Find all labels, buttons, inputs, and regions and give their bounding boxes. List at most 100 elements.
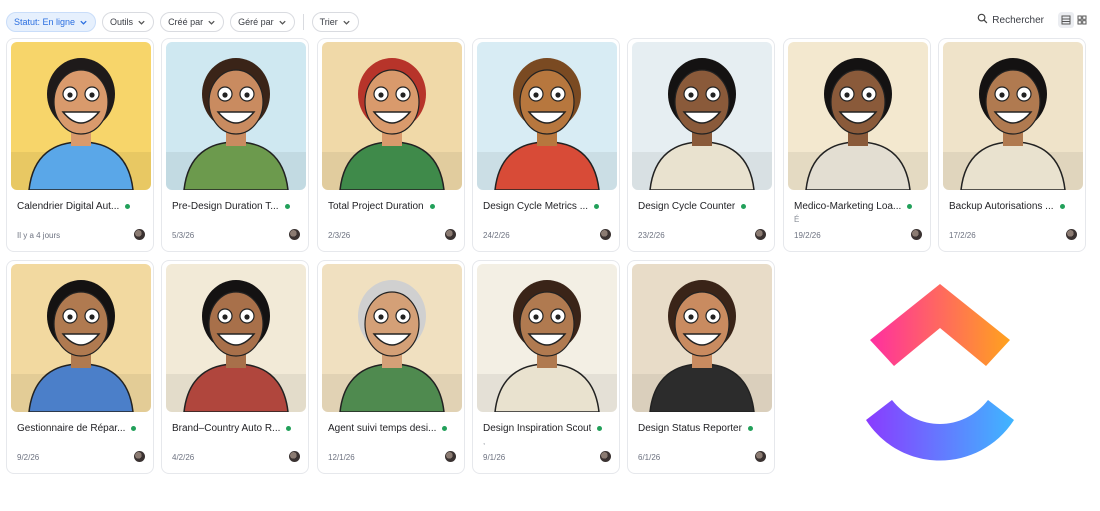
owner-avatar[interactable] <box>1066 229 1077 240</box>
card-date: 24/2/26 <box>483 231 510 240</box>
agent-name: Agent suivi temps desi... <box>328 423 437 434</box>
agent-card[interactable]: Pre-Design Duration T... 5/3/26 <box>161 38 309 252</box>
agent-name: Brand–Country Auto R... <box>172 423 281 434</box>
owner-avatar[interactable] <box>289 229 300 240</box>
agent-card[interactable]: Gestionnaire de Répar... 9/2/26 <box>6 260 154 474</box>
card-date: 23/2/26 <box>638 231 665 240</box>
filter-managed-by[interactable]: Géré par <box>230 12 295 32</box>
agent-avatar-image <box>166 42 306 190</box>
agent-card[interactable]: Backup Autorisations ... 17/2/26 <box>938 38 1086 252</box>
online-status-icon <box>1059 204 1065 209</box>
filter-bar: Statut: En ligne Outils Créé par Géré pa… <box>6 12 359 32</box>
online-status-icon <box>597 426 603 431</box>
filter-tools[interactable]: Outils <box>102 12 155 32</box>
card-title-row: Pre-Design Duration T... <box>172 201 302 212</box>
agent-card[interactable]: Design Cycle Metrics ... 24/2/26 <box>472 38 620 252</box>
agent-avatar-image <box>477 42 617 190</box>
card-title-row: Agent suivi temps desi... <box>328 423 458 434</box>
card-date: 17/2/26 <box>949 231 976 240</box>
owner-avatar[interactable] <box>289 451 300 462</box>
card-title-row: Brand–Country Auto R... <box>172 423 302 434</box>
agent-avatar-image <box>11 42 151 190</box>
card-title-row: Design Cycle Counter <box>638 201 768 212</box>
card-title-row: Design Cycle Metrics ... <box>483 201 613 212</box>
agent-card[interactable]: Calendrier Digital Aut... Il y a 4 jours <box>6 38 154 252</box>
card-date: 9/1/26 <box>483 453 506 462</box>
owner-avatar[interactable] <box>755 451 766 462</box>
agent-name: Calendrier Digital Aut... <box>17 201 120 212</box>
card-date: Il y a 4 jours <box>17 231 61 240</box>
search-label: Rechercher <box>992 14 1044 26</box>
card-date: 5/3/26 <box>172 231 195 240</box>
card-title-row: Design Status Reporter <box>638 423 768 434</box>
online-status-icon <box>442 426 448 431</box>
agent-avatar-image <box>322 264 462 412</box>
agent-avatar-image <box>166 264 306 412</box>
agent-card[interactable]: Design Status Reporter 6/1/26 <box>627 260 775 474</box>
agent-card[interactable]: Design Cycle Counter 23/2/26 <box>627 38 775 252</box>
list-view-icon[interactable] <box>1058 12 1074 28</box>
online-status-icon <box>429 204 435 209</box>
card-title-row: Backup Autorisations ... <box>949 201 1079 212</box>
filter-tools-label: Outils <box>110 17 134 27</box>
agent-avatar-image <box>477 264 617 412</box>
agent-card[interactable]: Total Project Duration 2/3/26 <box>317 38 465 252</box>
agent-avatar-image <box>632 264 772 412</box>
owner-avatar[interactable] <box>445 451 456 462</box>
agent-subtitle: É <box>794 215 800 224</box>
card-title-row: Total Project Duration <box>328 201 458 212</box>
filter-status[interactable]: Statut: En ligne <box>6 12 97 32</box>
agent-avatar-image <box>632 42 772 190</box>
card-date: 12/1/26 <box>328 453 355 462</box>
view-toggle <box>1058 12 1090 28</box>
card-date: 9/2/26 <box>17 453 40 462</box>
agent-name: Design Cycle Metrics ... <box>483 201 589 212</box>
card-title-row: Gestionnaire de Répar... <box>17 423 147 434</box>
search-icon <box>977 13 988 27</box>
chevron-down-icon <box>79 18 88 27</box>
card-title-row: Calendrier Digital Aut... <box>17 201 147 212</box>
agent-card[interactable]: Design Inspiration Scout, 9/1/26 <box>472 260 620 474</box>
chevron-down-icon <box>342 18 351 27</box>
agent-name: Gestionnaire de Répar... <box>17 423 126 434</box>
owner-avatar[interactable] <box>600 229 611 240</box>
toolbar-divider <box>302 14 304 30</box>
owner-avatar[interactable] <box>755 229 766 240</box>
sort-label: Trier <box>319 17 338 27</box>
agent-card[interactable]: Agent suivi temps desi... 12/1/26 <box>317 260 465 474</box>
owner-avatar[interactable] <box>600 451 611 462</box>
owner-avatar[interactable] <box>445 229 456 240</box>
agent-avatar-image <box>788 42 928 190</box>
agent-avatar-image <box>322 42 462 190</box>
grid-view-icon[interactable] <box>1074 12 1090 28</box>
agent-name: Design Status Reporter <box>638 423 742 434</box>
owner-avatar[interactable] <box>134 451 145 462</box>
online-status-icon <box>286 426 292 431</box>
right-tools: Rechercher <box>977 12 1090 28</box>
filter-created-by[interactable]: Créé par <box>160 12 225 32</box>
online-status-icon <box>741 204 747 209</box>
chevron-down-icon <box>207 18 216 27</box>
owner-avatar[interactable] <box>911 229 922 240</box>
agent-name: Pre-Design Duration T... <box>172 201 279 212</box>
card-title-row: Design Inspiration Scout <box>483 423 613 434</box>
online-status-icon <box>594 204 600 209</box>
agent-name: Design Inspiration Scout <box>483 423 592 434</box>
online-status-icon <box>747 426 753 431</box>
agent-card[interactable]: Brand–Country Auto R... 4/2/26 <box>161 260 309 474</box>
card-date: 19/2/26 <box>794 231 821 240</box>
filter-created-by-label: Créé par <box>168 17 204 27</box>
card-date: 4/2/26 <box>172 453 195 462</box>
clickup-logo <box>862 282 1018 473</box>
chevron-down-icon <box>137 18 146 27</box>
sort-button[interactable]: Trier <box>311 12 359 32</box>
card-date: 2/3/26 <box>328 231 351 240</box>
agent-avatar-image <box>11 264 151 412</box>
toolbar: Statut: En ligne Outils Créé par Géré pa… <box>0 0 1100 40</box>
search-button[interactable]: Rechercher <box>977 13 1044 27</box>
agent-avatar-image <box>943 42 1083 190</box>
filter-status-label: Statut: En ligne <box>14 17 76 27</box>
agent-card[interactable]: Medico-Marketing Loa... É 19/2/26 <box>783 38 931 252</box>
owner-avatar[interactable] <box>134 229 145 240</box>
online-status-icon <box>131 426 137 431</box>
